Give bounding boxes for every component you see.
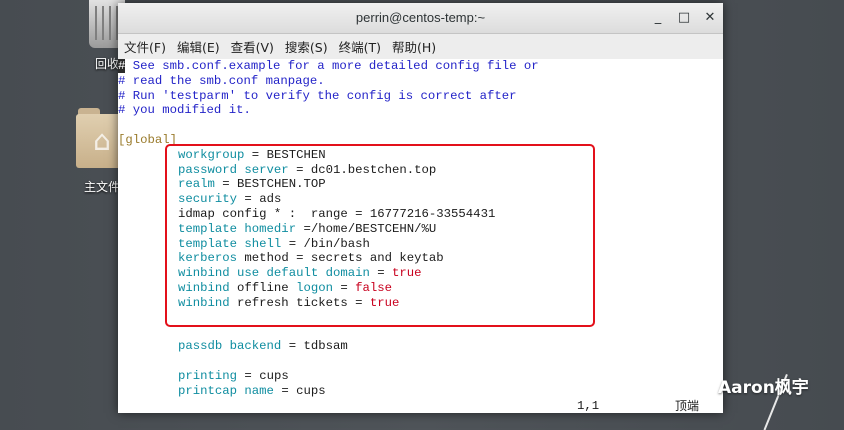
config-line: printcap name = cups — [178, 384, 326, 398]
scroll-indicator: 顶端 — [675, 399, 700, 413]
terminal-content[interactable]: # See smb.conf.example for a more detail… — [118, 59, 723, 413]
terminal-window: perrin@centos-temp:~ _ □ ✕ 文件(F) 编辑(E) 查… — [118, 3, 723, 413]
maximize-button[interactable]: □ — [674, 8, 694, 28]
minimize-button[interactable]: _ — [648, 8, 668, 28]
config-line: security = ads — [178, 192, 282, 207]
comment-line: # Run 'testparm' to verify the config is… — [118, 88, 517, 103]
menu-terminal[interactable]: 终端(T) — [339, 37, 381, 56]
config-line: winbind refresh tickets = true — [178, 295, 400, 310]
menu-search[interactable]: 搜索(S) — [285, 37, 328, 56]
menu-help[interactable]: 帮助(H) — [392, 37, 436, 56]
config-line: passdb backend = tdbsam — [178, 339, 348, 353]
title-bar[interactable]: perrin@centos-temp:~ _ □ ✕ — [118, 3, 723, 34]
menu-view[interactable]: 查看(V) — [231, 37, 274, 56]
config-line: printing = cups — [178, 369, 289, 383]
menu-bar: 文件(F) 编辑(E) 查看(V) 搜索(S) 终端(T) 帮助(H) — [118, 34, 723, 60]
config-line: winbind use default domain = true — [178, 266, 422, 281]
window-title: perrin@centos-temp:~ — [355, 10, 486, 25]
close-button[interactable]: ✕ — [700, 8, 720, 28]
wechat-logo-icon — [676, 372, 710, 398]
comment-line: # See smb.conf.example for a more detail… — [118, 59, 539, 73]
config-line: template homedir =/home/BESTCEHN/%U — [178, 221, 437, 236]
config-line: idmap config * : range = 16777216-335544… — [178, 207, 496, 221]
config-line: template shell = /bin/bash — [178, 236, 370, 251]
config-line: winbind offline logon = false — [178, 281, 393, 295]
config-line: password server = dc01.bestchen.top — [178, 162, 437, 177]
comment-line: # you modified it. — [118, 103, 251, 118]
config-line: workgroup = BESTCHEN — [178, 147, 326, 162]
config-line: realm = BESTCHEN.TOP — [178, 177, 326, 192]
menu-edit[interactable]: 编辑(E) — [177, 37, 220, 56]
config-line: kerberos method = secrets and keytab — [178, 251, 444, 266]
cursor-position: 1,1 — [577, 399, 600, 413]
watermark: Aaron枫宇 — [676, 372, 809, 398]
comment-line: # read the smb.conf manpage. — [118, 73, 325, 88]
menu-file[interactable]: 文件(F) — [124, 37, 166, 56]
watermark-text: Aaron枫宇 — [718, 377, 809, 398]
